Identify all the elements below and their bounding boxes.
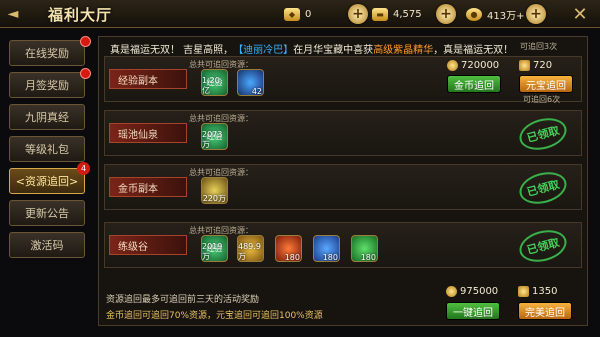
item-count: 1.20亿 <box>202 76 220 95</box>
perfect-recover-button[interactable]: 完美追回 <box>518 302 572 320</box>
crystal-item-icon[interactable]: 42 <box>237 69 264 96</box>
ingot-icon: ◆ <box>284 7 300 21</box>
exp-item-icon[interactable]: 经验 2019万 <box>201 235 228 262</box>
coin-item-icon[interactable]: 220万 <box>201 177 228 204</box>
claimed-stamp: 已领取 <box>515 167 571 209</box>
item-count: 42 <box>251 87 262 96</box>
gold-price-value: 720000 <box>461 60 500 71</box>
total-gold-value: 975000 <box>460 286 499 297</box>
coin-icon: ● <box>466 7 482 21</box>
sidebar-item-online-reward[interactable]: 在线奖励 <box>9 40 85 66</box>
gold-recover-button[interactable]: 金币追回 <box>447 75 501 93</box>
sidebar-item-activation-code[interactable]: 激活码 <box>9 232 85 258</box>
sidebar-item-label: <资源追回> <box>15 175 79 188</box>
gold-bar-count: 4,575 <box>393 8 422 20</box>
ingot-resource: ◆ 0 <box>284 4 311 24</box>
ingot-icon <box>519 60 530 71</box>
add-ingot-button[interactable]: + <box>348 4 368 24</box>
footer-note-1: 资源追回最多可追回前三天的活动奖励 <box>106 295 260 305</box>
gold-bar-resource: ▬ 4,575 <box>372 4 422 24</box>
coin-icon <box>447 60 458 71</box>
sidebar-item-jiuyin[interactable]: 九阴真经 <box>9 104 85 130</box>
recovery-row-gold-dungeon: 金币副本 总共可追回资源： 220万 已领取 <box>104 164 582 210</box>
item-count: 220万 <box>202 194 226 203</box>
coin-icon <box>446 286 457 297</box>
ticker-player: 【迪丽冷巴】 <box>233 44 294 56</box>
item-count: 489.9万 <box>238 242 261 261</box>
row-title: 金币副本 <box>109 177 187 197</box>
water-gem-icon[interactable]: 180 <box>313 235 340 262</box>
ticker-text: ，真是福运无双！ <box>433 44 514 56</box>
total-ingot-price: 1350 <box>518 286 557 297</box>
exp-item-icon[interactable]: 经验 2073万 <box>201 123 228 150</box>
total-ingot-value: 1350 <box>532 286 558 297</box>
sidebar-item-label: 在线奖励 <box>25 47 69 60</box>
ingot-recover-button[interactable]: 元宝追回 <box>519 75 573 93</box>
ingot-icon <box>518 286 529 297</box>
recovery-row-leveling-valley: 练级谷 总共可追回资源： 经验 2019万 489.9万 180 180 180 … <box>104 222 582 268</box>
sidebar-item-label: 月签奖励 <box>25 79 69 92</box>
ticker-text: 真是福运无双！ 吉星高照， <box>110 44 234 56</box>
claimed-stamp: 已领取 <box>515 113 571 155</box>
broadcast-ticker: 真是福运无双！ 吉星高照， 【迪丽冷巴】 在月华宝藏中喜获 高级紫晶精华 ，真是福运无双… <box>110 40 520 56</box>
recover-count-top: 可追回3次 <box>520 42 558 51</box>
ingot-price: 720 <box>519 60 552 71</box>
close-icon[interactable]: ✕ <box>564 2 596 26</box>
sidebar-item-monthly-sign[interactable]: 月签奖励 <box>9 72 85 98</box>
ingot-price-value: 720 <box>533 60 553 71</box>
gold-price: 720000 <box>447 60 499 71</box>
page-title: 福利大厅 <box>47 5 112 24</box>
sidebar-item-label: 激活码 <box>30 239 64 252</box>
count-badge: 4 <box>77 162 90 175</box>
sidebar-item-resource-recovery[interactable]: <资源追回> 4 <box>9 162 90 194</box>
item-count: 180 <box>360 253 376 262</box>
coin-count: 413万+ <box>487 10 525 22</box>
coin-resource: ● 413万+ <box>466 4 524 24</box>
sidebar-item-label: 更新公告 <box>25 207 69 220</box>
ticker-text: 在月华宝藏中喜获 <box>293 44 374 56</box>
ingot-count: 0 <box>305 8 312 20</box>
fire-gem-icon[interactable]: 180 <box>275 235 302 262</box>
claimed-stamp: 已领取 <box>515 225 571 267</box>
notification-dot <box>80 36 91 47</box>
item-count: 180 <box>284 253 300 262</box>
recover-times: 可追回6次 <box>523 95 561 104</box>
item-count: 2073万 <box>202 130 223 149</box>
item-count: 2019万 <box>202 242 223 261</box>
one-click-recover-button[interactable]: 一键追回 <box>446 302 500 320</box>
copper-coin-icon[interactable]: 489.9万 <box>237 235 264 262</box>
item-count: 180 <box>322 253 338 262</box>
recovery-row-jade-spring: 瑶池仙泉 总共可追回资源： 经验 2073万 已领取 <box>104 110 582 156</box>
wood-gem-icon[interactable]: 180 <box>351 235 378 262</box>
exp-item-icon[interactable]: 经验 1.20亿 <box>201 69 228 96</box>
back-arrow-icon[interactable]: ◄ <box>6 5 20 23</box>
add-gold-bar-button[interactable]: + <box>436 4 456 24</box>
footer-note-2: 金币追回可追回70%资源，元宝追回可追回100%资源 <box>106 311 323 321</box>
sidebar-item-label: 等级礼包 <box>25 143 69 156</box>
gold-bar-icon: ▬ <box>372 7 388 21</box>
total-gold-price: 975000 <box>446 286 498 297</box>
sidebar-item-label: 九阴真经 <box>25 111 69 124</box>
row-title: 瑶池仙泉 <box>109 123 187 143</box>
notification-dot <box>80 68 91 79</box>
row-title: 练级谷 <box>109 235 187 255</box>
sidebar-item-level-gift[interactable]: 等级礼包 <box>9 136 85 162</box>
add-coin-button[interactable]: + <box>526 4 546 24</box>
row-title: 经验副本 <box>109 69 187 89</box>
sidebar-item-announcement[interactable]: 更新公告 <box>9 200 85 226</box>
ticker-item: 高级紫晶精华 <box>373 44 434 56</box>
recovery-row-exp-dungeon: 经验副本 总共可追回资源： 经验 1.20亿 42 720000 金币追回 720… <box>104 56 582 104</box>
